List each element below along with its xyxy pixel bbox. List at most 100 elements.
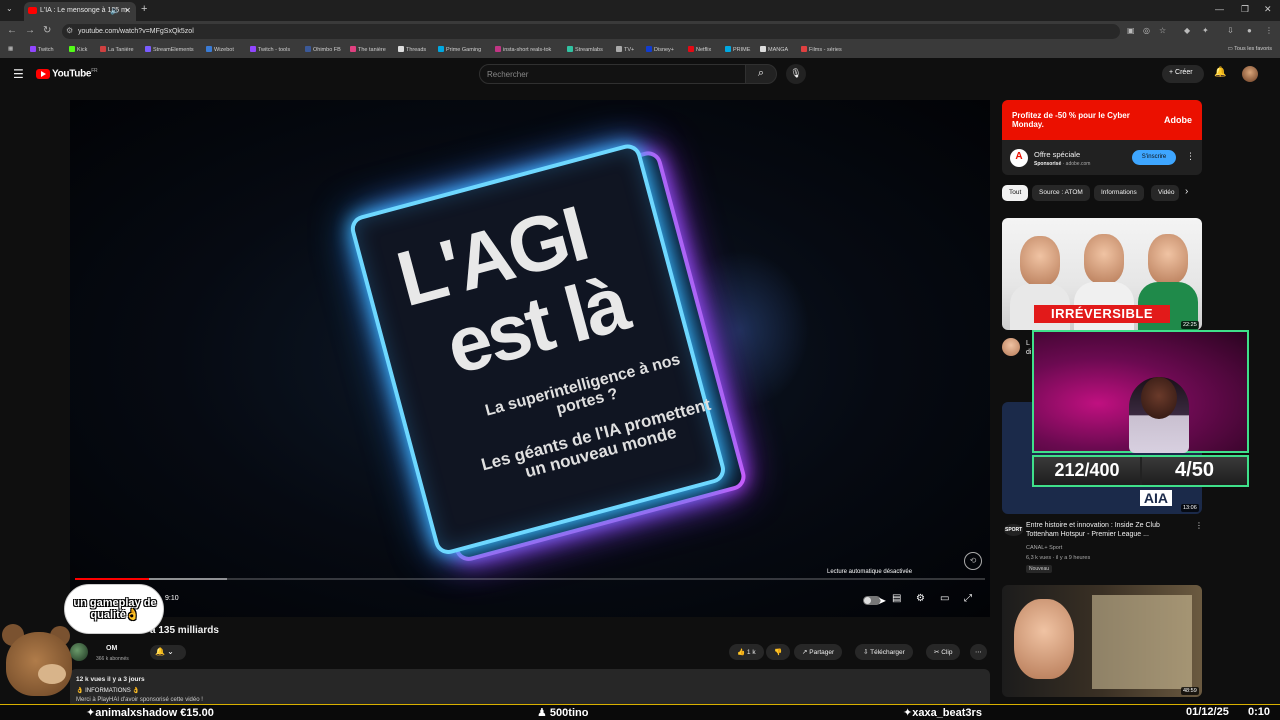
ad-more-icon[interactable]: ⋮ (1186, 151, 1195, 162)
channel-name[interactable]: OM (106, 645, 117, 652)
browser-menu-icon[interactable]: ⋮ (1265, 26, 1273, 35)
subtitles-icon[interactable]: ▤ (892, 593, 901, 604)
recommendation-channel[interactable]: CANAL+ Sport (1026, 545, 1062, 551)
account-avatar[interactable] (1242, 66, 1258, 82)
bookmark-5[interactable]: Twitch - tools (250, 46, 290, 53)
back-icon[interactable]: ← (7, 25, 17, 36)
bookmark-15[interactable]: PRIME (725, 46, 750, 53)
chip-source-atom[interactable]: Source : ATOM (1032, 185, 1090, 201)
bookmarks-bar: ▦ Twitch Kick La Tanière StreamElements … (0, 42, 1280, 58)
download-button[interactable]: ⇩ Télécharger (855, 644, 913, 660)
sponsored-ad[interactable]: Profitez de -50 % pour le Cyber Monday. … (1002, 100, 1202, 175)
more-options-icon[interactable]: ⋮ (1195, 521, 1203, 530)
install-icon[interactable]: ▣ (1127, 26, 1135, 35)
chip-videos[interactable]: Vidéo (1151, 185, 1179, 201)
bookmark-1[interactable]: Kick (69, 46, 87, 53)
recommendation-title[interactable]: Entre histoire et innovation : Inside Ze… (1026, 521, 1186, 539)
bookmark-4[interactable]: Wizebot (206, 46, 234, 53)
chip-all[interactable]: Tout (1002, 185, 1029, 201)
bookmark-16-icon (760, 46, 766, 52)
close-window-icon[interactable]: ✕ (1264, 4, 1272, 15)
search-button[interactable]: ⌕ (745, 64, 777, 84)
subscriber-count: 366 k abonnés (96, 656, 129, 662)
microphone-icon: 🎙 (790, 68, 802, 78)
share-button[interactable]: ↗ Partager (794, 644, 843, 660)
view-count-date: 12 k vues il y a 3 jours (76, 676, 145, 683)
recommendation-thumbnail[interactable] (1002, 585, 1202, 697)
youtube-logo-icon[interactable] (36, 69, 50, 79)
bookmark-14[interactable]: Netflix (688, 46, 711, 53)
bookmark-6[interactable]: Ohimbo FB (305, 46, 341, 53)
ad-headline: Profitez de -50 % pour le Cyber Monday. (1012, 111, 1130, 130)
dislike-button[interactable]: 👎 (766, 644, 791, 660)
search-input[interactable]: Rechercher (479, 64, 746, 84)
ad-signup-button[interactable]: S'inscrire (1132, 150, 1176, 165)
bookmark-10[interactable]: insta-short reals-tok (495, 46, 551, 53)
settings-gear-icon[interactable]: ⚙ (916, 593, 925, 604)
mute-icon[interactable]: 🔈 (110, 6, 120, 15)
fullscreen-icon[interactable]: ⤢ (964, 593, 972, 604)
chip-informations[interactable]: Informations (1094, 185, 1144, 201)
bookmark-13-icon (646, 46, 652, 52)
stream-ticker: ✦animalxshadow €15.00 ♟ 500tino ✦xaxa_be… (0, 704, 1280, 720)
video-player[interactable]: L'AGI est là La superintelligence à nos … (70, 100, 990, 617)
bookmark-6-icon (305, 46, 311, 52)
theater-mode-icon[interactable]: ▭ (940, 593, 949, 604)
ad-banner[interactable]: Profitez de -50 % pour le Cyber Monday. … (1002, 100, 1202, 140)
streamer-webcam (1032, 330, 1249, 453)
bookmark-2[interactable]: La Tanière (100, 46, 134, 53)
extensions-puzzle-icon[interactable]: ✦ (1202, 26, 1209, 35)
reload-icon[interactable]: ↻ (43, 25, 51, 36)
bookmark-11[interactable]: Streamlabs (567, 46, 603, 53)
clip-button[interactable]: ✂ Clip (926, 644, 961, 660)
bookmark-3[interactable]: StreamElements (145, 46, 194, 53)
minimize-icon[interactable]: — (1215, 4, 1224, 14)
like-button[interactable]: 👍 1 k (729, 644, 764, 660)
video-duration: 22:25 (1181, 321, 1199, 329)
bookmark-12[interactable]: TV+ (616, 46, 634, 53)
bookmark-16[interactable]: MANGA (760, 46, 788, 53)
channel-avatar[interactable] (1002, 338, 1020, 356)
ad-sponsor: Sponsorisé · adobe.com (1034, 161, 1091, 167)
chevron-right-icon[interactable]: › (1185, 186, 1188, 197)
bookmark-star-icon[interactable]: ☆ (1159, 26, 1166, 35)
notifications-icon[interactable]: 🔔 (1214, 67, 1226, 78)
browser-tab-active[interactable]: L'IA : Le mensonge à 135 m 🔈 ✕ (24, 2, 136, 21)
more-icon: ⋯ (975, 649, 982, 656)
create-button[interactable]: + Créer (1162, 65, 1204, 83)
channel-avatar[interactable]: SPORT (1004, 524, 1024, 536)
voice-search-button[interactable]: 🎙 (786, 64, 806, 84)
all-favorites[interactable]: ▭ Tous les favoris (1227, 46, 1272, 52)
download-icon[interactable]: ⇩ (1227, 26, 1234, 35)
extension-icon[interactable]: ◆ (1184, 26, 1190, 35)
description-box[interactable]: 12 k vues il y a 3 jours 👌 INFORMATIONS … (70, 669, 990, 709)
new-tab-icon[interactable]: + (141, 3, 147, 15)
maximize-icon[interactable]: ❐ (1241, 4, 1249, 15)
speech-bubble-text: un gameplay de qualité👌 (73, 597, 157, 622)
thumbnail-face (1148, 234, 1188, 284)
bookmark-8[interactable]: Threads (398, 46, 426, 53)
bookmark-0[interactable]: Twitch (30, 46, 54, 53)
bookmark-13[interactable]: Disney+ (646, 46, 674, 53)
bookmark-7[interactable]: The tanière (350, 46, 386, 53)
mouse-cursor-icon: ➤ (878, 596, 887, 607)
thumbnail-overlay-text: IRRÉVERSIBLE (1034, 305, 1170, 323)
eye-off-icon[interactable]: ◎ (1143, 26, 1150, 35)
bookmark-9[interactable]: Prime Gaming (438, 46, 481, 53)
channel-watermark-icon[interactable]: ⟲ (964, 552, 982, 570)
subscription-bell-button[interactable]: 🔔 ⌄ (150, 645, 186, 660)
menu-icon[interactable]: ☰ (13, 67, 24, 81)
forward-icon[interactable]: → (25, 25, 35, 36)
bookmark-11-icon (567, 46, 573, 52)
site-info-icon[interactable]: ⚙ (66, 26, 73, 35)
youtube-logo-text[interactable]: YouTubeFR (52, 68, 98, 79)
tab-search-icon[interactable]: ⌄ (6, 4, 13, 13)
more-actions-button[interactable]: ⋯ (970, 644, 987, 660)
description-line: 👌 INFORMATIONS 👌 (76, 688, 140, 694)
bookmark-17[interactable]: Films - séries (801, 46, 842, 53)
progress-bar[interactable] (75, 578, 985, 580)
url-input[interactable]: ⚙ youtube.com/watch?v=MFgSxQk5zol (62, 24, 1120, 39)
close-tab-icon[interactable]: ✕ (124, 6, 131, 15)
apps-grid-icon[interactable]: ▦ (8, 46, 13, 52)
profile-icon[interactable]: ● (1247, 26, 1252, 35)
